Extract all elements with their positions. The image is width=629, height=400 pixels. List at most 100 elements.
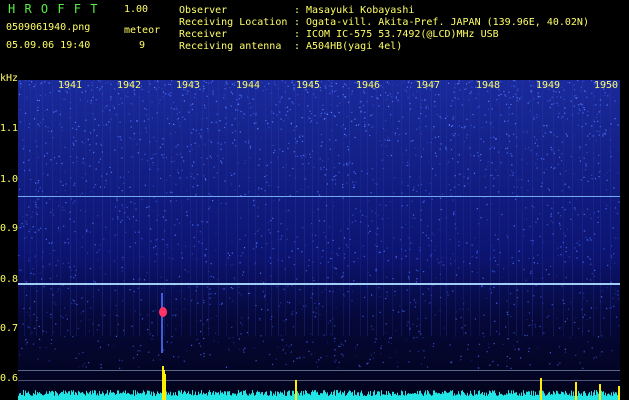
info-location-key: Receiving Location [179,17,288,28]
noise-striation [70,80,71,336]
x-tick-label: 1944 [236,80,261,91]
info-colon: : [294,41,301,52]
noise-striation [463,80,464,336]
y-tick-label: 0.6 [0,373,19,384]
noise-striation [271,80,272,336]
noise-striation [431,80,432,336]
meteor-spike [599,384,601,400]
noise-striation [36,80,37,336]
carrier-line [18,283,620,285]
noise-striation [610,80,611,336]
noise-striation [208,80,209,336]
noise-striation [226,80,227,336]
noise-striation [420,80,421,336]
noise-striation [85,80,86,336]
x-tick-label: 1942 [117,80,142,91]
noise-striation [93,80,94,336]
noise-striation [255,80,256,336]
noise-striation [52,80,53,336]
info-antenna-value: A504HB(yagi 4el) [306,41,403,52]
noise-striation [582,80,583,336]
x-tick-label: 1943 [176,80,201,91]
noise-striation [248,80,249,336]
y-tick-label: 0.7 [0,323,19,334]
noise-striation [295,80,296,336]
noise-striation [563,80,564,336]
noise-striation [139,80,140,336]
meteor-spike [618,386,620,400]
meteor-count: 9 [139,40,146,51]
noise-striation [278,80,279,336]
noise-striation [133,80,134,336]
noise-striation [157,80,158,336]
info-receiver-key: Receiver [179,29,228,40]
noise-striation [455,80,456,336]
meteor-echo [159,307,167,317]
info-location-value: Ogata-vill. Akita-Pref. JAPAN (139.96E, … [306,17,589,28]
noise-striation [218,80,219,336]
noise-striation [499,80,500,336]
info-colon: : [294,17,301,28]
noise-striation [332,80,333,336]
info-observer-value: Masayuki Kobayashi [306,5,415,16]
noise-striation [479,80,480,336]
app-version: 1.00 [124,4,149,15]
file-datetime: 05.09.06 19:40 [6,40,91,51]
noise-striation [360,80,361,336]
x-tick-label: 1950 [594,80,619,91]
meteor-spike [295,380,297,400]
x-tick-label: 1947 [416,80,441,91]
noise-striation [470,80,471,336]
y-tick-label: 1.1 [0,123,19,134]
noise-striation [237,80,238,336]
noise-striation [102,80,103,336]
info-colon: : [294,29,301,40]
x-tick-label: 1948 [476,80,501,91]
noise-striation [326,80,327,336]
noise-striation [60,80,61,336]
noise-striation [30,80,31,336]
noise-striation [446,80,447,336]
noise-striation [508,80,509,336]
noise-striation [383,80,384,336]
noise-striation [376,80,377,336]
noise-striation [76,80,77,336]
spectrogram [18,80,620,400]
noise-striation [318,80,319,336]
carrier-line [18,196,620,197]
noise-striation [117,80,118,336]
noise-striation [349,80,350,336]
noise-striation [124,80,125,336]
noise-striation [516,80,517,336]
noise-striation [392,80,393,336]
noise-striation [110,80,111,336]
noise-striation [490,80,491,336]
noise-striation [24,80,25,336]
noise-striation [522,80,523,336]
noise-striation [304,80,305,336]
noise-striation [593,80,594,336]
noise-striation [42,80,43,336]
x-tick-label: 1941 [58,80,83,91]
noise-striation [440,80,441,336]
meteor-spike [575,382,577,400]
x-tick-label: 1946 [356,80,381,91]
info-antenna-key: Receiving antenna [179,41,282,52]
noise-striation [572,80,573,336]
y-tick-label: 0.9 [0,223,19,234]
meteor-trail [161,293,163,353]
file-name: 0509061940.png [6,22,91,33]
reference-line [18,380,620,381]
noise-striation [265,80,266,336]
reference-line [18,370,620,371]
y-tick-label: 1.0 [0,174,19,185]
noise-striation [532,80,533,336]
info-colon: : [294,5,301,16]
meteor-spike [540,378,542,400]
app-title: H R O F F T [8,2,99,16]
x-tick-label: 1945 [296,80,321,91]
info-receiver-value: ICOM IC-575 53.7492(@LCD)MHz USB [306,29,499,40]
noise-striation [409,80,410,336]
y-tick-label: 0.8 [0,274,19,285]
info-observer-key: Observer [179,5,228,16]
